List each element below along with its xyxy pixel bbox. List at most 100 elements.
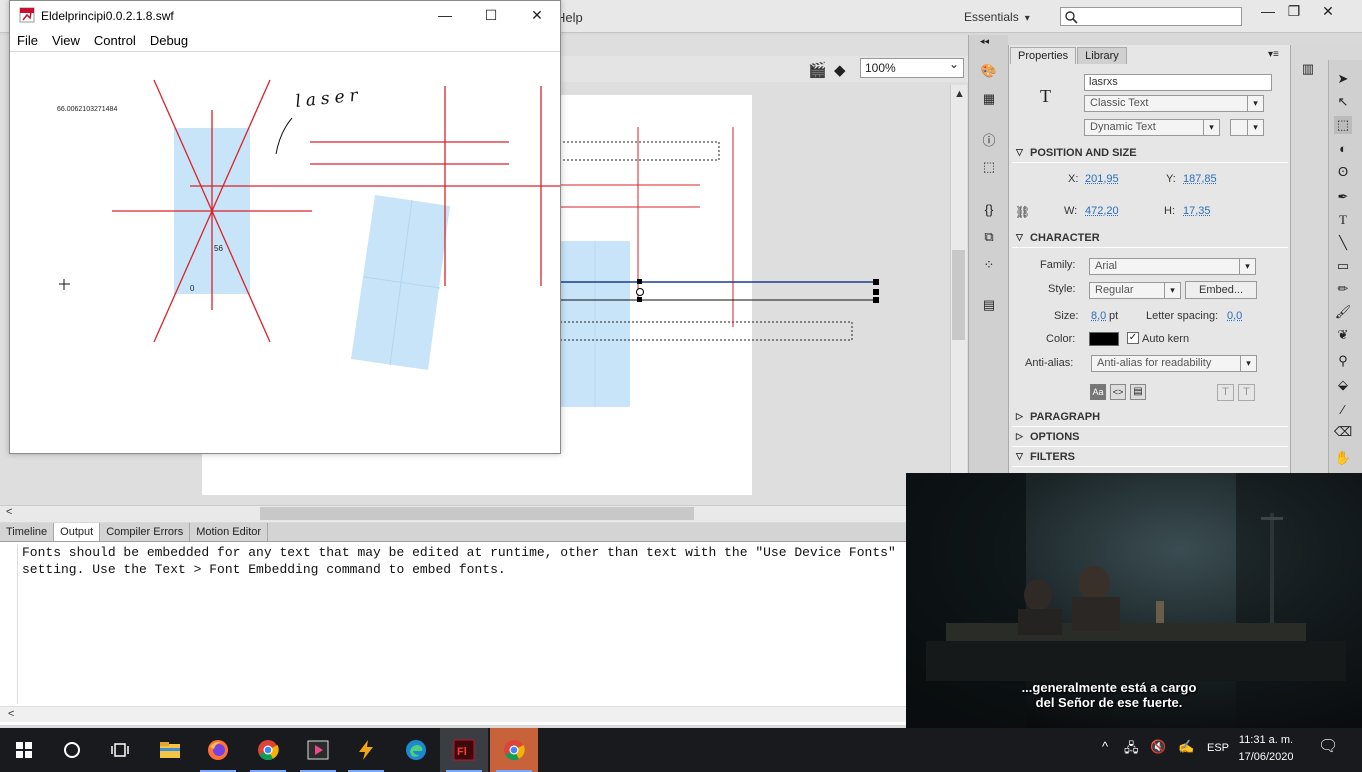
section-filters[interactable]: ▽ FILTERS (1012, 451, 1288, 467)
section-character[interactable]: ▽ CHARACTER (1012, 232, 1288, 248)
tab-properties[interactable]: Properties (1010, 47, 1077, 64)
taskbar-video-editor[interactable] (294, 728, 342, 772)
lasso-tool-icon[interactable]: ʘ (1334, 162, 1352, 180)
taskbar-flash[interactable]: Fl (440, 728, 488, 772)
h-value[interactable]: 17,35 (1183, 205, 1211, 217)
tab-timeline[interactable]: Timeline (0, 523, 55, 541)
pen-tool-icon[interactable]: ✒ (1334, 188, 1352, 206)
scroll-left-icon[interactable]: < (8, 708, 14, 720)
swf-maximize-button[interactable]: ☐ (476, 4, 506, 26)
rectangle-tool-icon[interactable]: ▭ (1334, 257, 1352, 275)
volume-muted-icon[interactable]: 🔇 (1150, 739, 1166, 755)
subscript-icon[interactable]: T (1238, 384, 1255, 401)
font-style-select[interactable]: Regular ▾ (1089, 282, 1181, 299)
pen-workspace-icon[interactable]: ✍ (1178, 739, 1194, 755)
project-icon[interactable]: ▤ (980, 296, 998, 314)
scroll-thumb[interactable] (952, 250, 965, 340)
paint-bucket-tool-icon[interactable]: ⬙ (1334, 376, 1352, 394)
instance-name-input[interactable]: lasrxs (1084, 74, 1272, 91)
eraser-tool-icon[interactable]: ⌫ (1334, 423, 1352, 441)
x-value[interactable]: 201,95 (1085, 173, 1119, 185)
actions-icon[interactable]: {} (980, 200, 998, 218)
swf-canvas[interactable]: 66.0062103271484 56 0 laser (10, 52, 560, 453)
show-hidden-icons[interactable]: ^ (1102, 739, 1108, 754)
panel-menu-icon[interactable]: ▾≡ (1268, 49, 1279, 60)
selectable-text-icon[interactable]: Aa (1090, 384, 1106, 400)
scroll-thumb[interactable] (260, 507, 694, 520)
network-icon[interactable]: 🖧 (1124, 739, 1139, 761)
text-tool-icon[interactable]: T (1334, 211, 1352, 229)
scroll-left-icon[interactable]: < (6, 506, 12, 518)
text-field-outline[interactable] (558, 141, 720, 161)
auto-kern-checkbox[interactable]: ✓ (1127, 332, 1139, 344)
output-horizontal-scrollbar[interactable] (0, 706, 908, 722)
subselection-tool-icon[interactable]: ↖ (1334, 93, 1352, 111)
render-html-icon[interactable]: <> (1110, 384, 1126, 400)
superscript-icon[interactable]: T (1217, 384, 1234, 401)
y-value[interactable]: 187,85 (1183, 173, 1217, 185)
close-icon: ✕ (1322, 2, 1334, 19)
border-icon[interactable]: ▤ (1130, 384, 1146, 400)
taskbar-chrome[interactable] (244, 728, 292, 772)
close-button[interactable]: ✕ (1310, 0, 1346, 22)
grid-icon[interactable]: ▦ (980, 90, 998, 108)
free-transform-tool-icon[interactable]: ⬚ (1334, 116, 1352, 134)
font-family-select[interactable]: Arial ▾ (1089, 258, 1256, 275)
font-size-value[interactable]: 8,0 (1091, 310, 1106, 322)
tab-output[interactable]: Output (54, 523, 101, 541)
restore-button[interactable]: ❐ (1276, 0, 1312, 22)
section-position-size[interactable]: ▽ POSITION AND SIZE (1012, 147, 1288, 163)
system-clock[interactable]: 11:31 a. m. 17/06/2020 (1236, 732, 1296, 766)
anti-alias-select[interactable]: Anti-alias for readability ▾ (1091, 355, 1257, 372)
3d-rotation-tool-icon[interactable]: ◐ (1334, 139, 1352, 157)
text-color-swatch[interactable] (1089, 332, 1119, 346)
taskbar-firefox[interactable] (194, 728, 242, 772)
pencil-tool-icon[interactable]: ✏ (1334, 280, 1352, 298)
transform-icon[interactable]: ⬚ (980, 158, 998, 176)
line-tool-icon[interactable]: ╲ (1334, 234, 1352, 252)
tab-library[interactable]: Library (1077, 47, 1127, 64)
brush-tool-icon[interactable]: 🖌 (1334, 303, 1352, 321)
swf-minimize-button[interactable]: — (430, 4, 460, 26)
eyedropper-tool-icon[interactable]: ⁄ (1334, 400, 1352, 418)
collapse-icon[interactable]: ◂◂ (980, 36, 989, 47)
workspace-switcher[interactable]: Essentials (964, 10, 1030, 24)
link-proportions-icon[interactable]: ⛓ (1015, 205, 1030, 219)
taskbar-winamp[interactable] (342, 728, 390, 772)
info-icon[interactable]: ⓘ (980, 130, 998, 148)
notifications-icon[interactable]: 🗨 (1318, 736, 1338, 756)
tab-motion-editor[interactable]: Motion Editor (190, 523, 269, 541)
start-button[interactable] (0, 728, 48, 772)
w-value[interactable]: 472,20 (1085, 205, 1119, 217)
text-engine-select[interactable]: Classic Text ▾ (1084, 95, 1264, 112)
help-search-input[interactable] (1060, 7, 1242, 26)
taskbar-file-explorer[interactable] (146, 728, 194, 772)
menu-debug[interactable]: Debug (143, 31, 195, 51)
search-button[interactable] (48, 728, 96, 772)
menu-file[interactable]: File (10, 31, 45, 51)
color-palette-icon[interactable]: 🎨 (980, 62, 998, 80)
task-view-button[interactable] (96, 728, 144, 772)
motion-presets-icon[interactable]: ⁘ (980, 256, 998, 274)
panel-layout-icon[interactable]: ▥ (1299, 60, 1317, 78)
input-language[interactable]: ESP (1207, 742, 1229, 754)
taskbar-edge[interactable] (392, 728, 440, 772)
collapse-triangle-icon: ▽ (1016, 232, 1023, 242)
components-icon[interactable]: ⧉ (980, 228, 998, 246)
selection-tool-icon[interactable]: ➤ (1334, 70, 1352, 88)
deco-tool-icon[interactable]: ❦ (1334, 326, 1352, 344)
section-paragraph[interactable]: ▷ PARAGRAPH (1012, 411, 1288, 427)
tab-compiler-errors[interactable]: Compiler Errors (100, 523, 191, 541)
menu-view[interactable]: View (45, 31, 87, 51)
orientation-select[interactable]: ▾ (1230, 119, 1264, 136)
menu-control[interactable]: Control (87, 31, 143, 51)
letter-spacing-value[interactable]: 0,0 (1227, 310, 1242, 322)
swf-close-button[interactable]: ✕ (522, 4, 552, 26)
bone-tool-icon[interactable]: ⚲ (1334, 352, 1352, 370)
hand-tool-icon[interactable]: ✋ (1334, 449, 1352, 467)
section-options[interactable]: ▷ OPTIONS (1012, 431, 1288, 447)
embed-button[interactable]: Embed... (1185, 281, 1257, 299)
taskbar-chrome-alt[interactable] (490, 728, 538, 772)
text-type-select[interactable]: Dynamic Text ▾ (1084, 119, 1220, 136)
scroll-up-icon[interactable]: ▲ (954, 88, 965, 100)
